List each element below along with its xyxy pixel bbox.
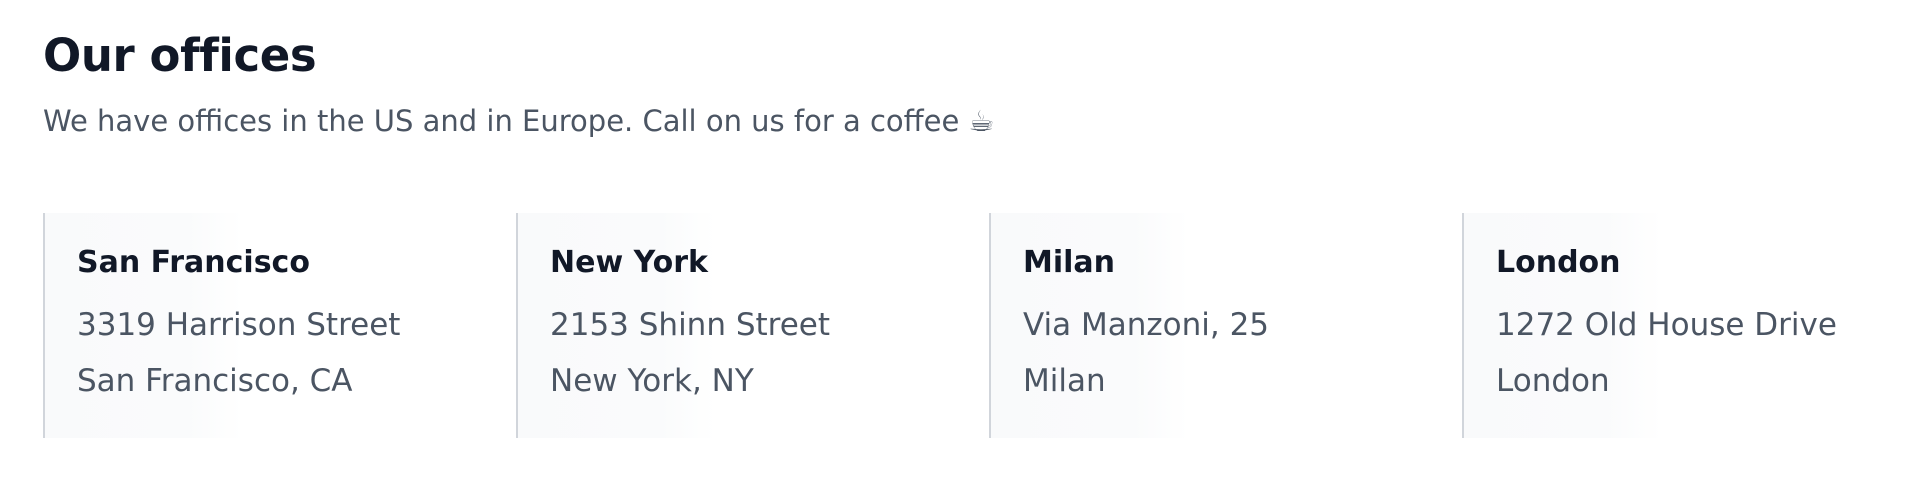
office-address-street: 1272 Old House Drive [1496, 307, 1837, 343]
office-name: San Francisco [77, 245, 310, 280]
office-card-milan: Milan Via Manzoni, 25 Milan [989, 213, 1462, 438]
office-address-street: 2153 Shinn Street [550, 307, 831, 343]
page-subtitle: We have offices in the US and in Europe.… [43, 104, 995, 138]
office-card-new-york: New York 2153 Shinn Street New York, NY [516, 213, 989, 438]
office-name: London [1496, 245, 1621, 280]
office-address-city: Milan [1023, 363, 1106, 399]
office-name: New York [550, 245, 708, 280]
office-address-street: Via Manzoni, 25 [1023, 307, 1270, 343]
office-card-london: London 1272 Old House Drive London [1462, 213, 1918, 438]
office-list: San Francisco 3319 Harrison Street San F… [43, 213, 1918, 438]
office-address-city: New York, NY [550, 363, 754, 399]
office-card-san-francisco: San Francisco 3319 Harrison Street San F… [43, 213, 516, 438]
page-title: Our offices [43, 29, 317, 82]
office-address-city: London [1496, 363, 1610, 399]
office-name: Milan [1023, 245, 1116, 280]
office-address-street: 3319 Harrison Street [77, 307, 401, 343]
office-address-city: San Francisco, CA [77, 363, 353, 399]
offices-section: Our offices We have offices in the US an… [0, 0, 1918, 488]
